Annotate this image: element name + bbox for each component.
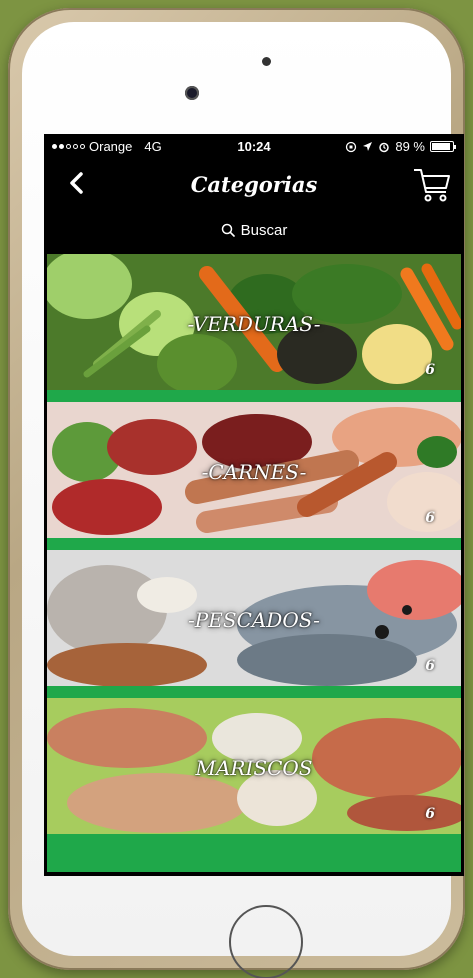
category-item-verduras[interactable]: -VERDURAS- 6: [47, 254, 461, 402]
home-button[interactable]: [229, 905, 303, 978]
speaker-dot: [262, 57, 271, 66]
category-list: -VERDURAS- 6 -CARNES- 6 -PESCADOS- 6 MAR…: [47, 254, 461, 846]
category-count: 6: [425, 362, 435, 378]
phone-frame: Orange 4G 10:24 89 % Categorias Buscar -…: [8, 8, 465, 978]
shopping-cart-icon: [414, 169, 450, 202]
search-icon: [221, 223, 235, 237]
bottom-bar: [47, 846, 461, 872]
orientation-lock-icon: [346, 141, 357, 152]
search-label: Buscar: [240, 221, 288, 239]
category-name: -CARNES-: [201, 460, 307, 484]
category-count: 6: [425, 510, 435, 526]
front-camera: [185, 86, 199, 100]
location-arrow-icon: [363, 142, 373, 151]
battery-icon: [430, 141, 456, 152]
status-bar: Orange 4G 10:24 89 %: [44, 134, 464, 160]
category-item-mariscos[interactable]: MARISCOS 6: [47, 698, 461, 846]
category-name: MARISCOS: [195, 756, 313, 780]
alarm-icon: [379, 142, 390, 152]
category-count: 6: [425, 658, 435, 674]
page-title: Categorias: [190, 172, 318, 197]
category-item-pescados[interactable]: -PESCADOS- 6: [47, 550, 461, 698]
category-count: 6: [425, 806, 435, 822]
search-bar[interactable]: Buscar: [44, 216, 464, 244]
category-name: -PESCADOS-: [188, 608, 320, 632]
category-item-carnes[interactable]: -CARNES- 6: [47, 402, 461, 550]
app-screen: Orange 4G 10:24 89 % Categorias Buscar -…: [44, 134, 464, 876]
navigation-bar: Categorias: [44, 160, 464, 214]
battery-percent: 89 %: [395, 139, 425, 154]
category-name: -VERDURAS-: [187, 312, 321, 336]
cart-button[interactable]: [412, 164, 452, 204]
